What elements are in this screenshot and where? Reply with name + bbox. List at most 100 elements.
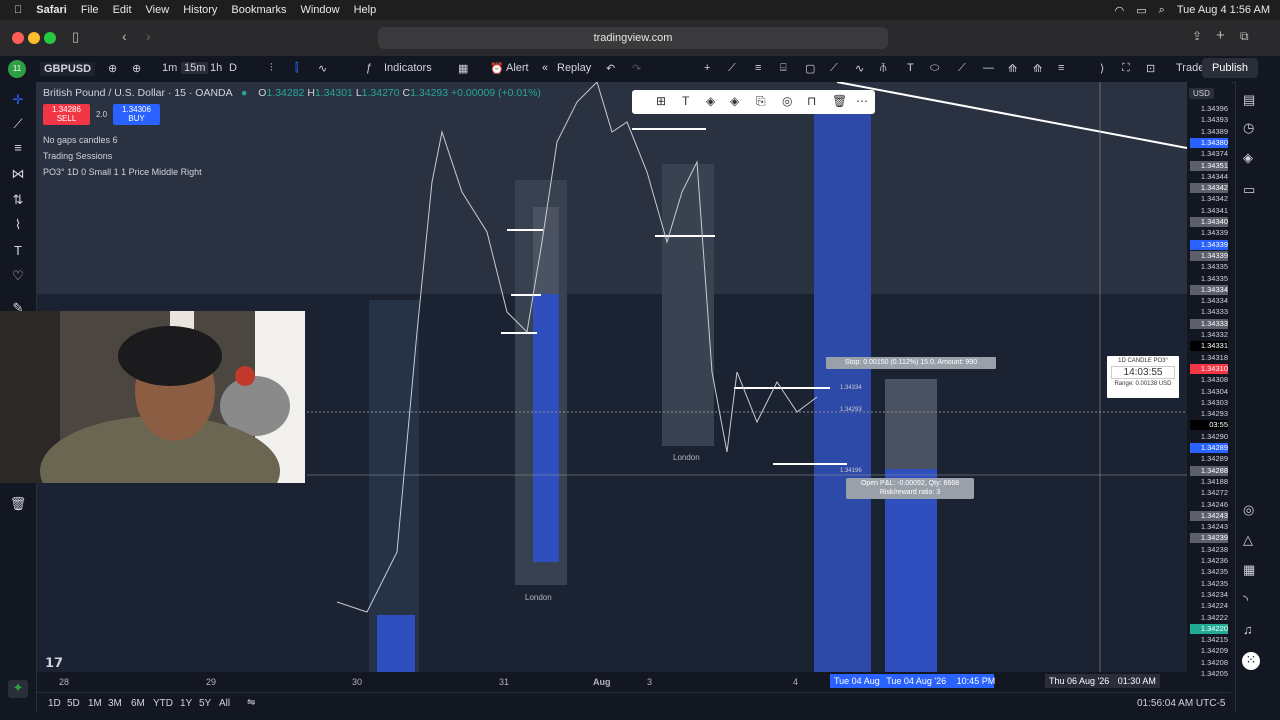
position-pnl-label[interactable]: Open P&L: -0.00092, Qty: 6668 Risk/rewar… (846, 478, 974, 499)
indicator-po3[interactable]: PO3° 1D 0 Small 1 1 Price Middle Right (43, 164, 202, 180)
collapse-icon[interactable]: ⟩ (1100, 62, 1104, 75)
target-icon[interactable]: ◎ (1243, 502, 1254, 518)
replay-icon[interactable]: « (542, 62, 548, 74)
shapes-icon[interactable]: ⬭ (930, 62, 939, 75)
menu-window[interactable]: Window (300, 4, 339, 16)
ideas-icon[interactable]: △ (1243, 532, 1253, 548)
range-1y[interactable]: 1Y (180, 698, 192, 709)
measure-icon[interactable]: ≡ (1058, 62, 1064, 74)
chart-clock[interactable]: 01:56:04 AM UTC-5 (1137, 698, 1225, 709)
template-icon[interactable]: ⎘ (756, 94, 766, 109)
lock-icon[interactable]: ⊓ (807, 94, 816, 108)
alerts-clock-icon[interactable]: ◷ (1243, 120, 1254, 136)
menu-help[interactable]: Help (354, 4, 377, 16)
time-axis[interactable]: 28 29 30 31 Aug 3 4 Tue 04 Aug Tue 04 Au… (37, 672, 1187, 692)
trend-line-icon[interactable]: ⟋ (8, 116, 28, 134)
menu-history[interactable]: History (183, 4, 217, 16)
more-icon[interactable]: ⋯ (856, 94, 868, 108)
share-icon[interactable]: ⇪ (1192, 29, 1202, 43)
horizontal-line-icon[interactable]: — (983, 62, 994, 74)
indicator-no-gaps[interactable]: No gaps candles 6 (43, 132, 202, 148)
brush-tool-icon[interactable]: ⌇ (8, 217, 28, 235)
rectangle-icon[interactable]: ▢ (805, 62, 815, 75)
text-tool-icon[interactable]: T (8, 243, 28, 261)
indicators-icon[interactable]: ƒ (366, 62, 372, 74)
trendline-icon[interactable]: ⟋ (728, 62, 736, 75)
undo-icon[interactable]: ↶ (606, 62, 615, 75)
publish-button[interactable]: Publish (1202, 58, 1258, 78)
alert-button[interactable]: Alert (506, 62, 529, 74)
menu-bookmarks[interactable]: Bookmarks (231, 4, 286, 16)
pitchfork-icon[interactable]: ⫚ (880, 62, 887, 75)
menu-file[interactable]: File (81, 4, 99, 16)
apps-grid-icon[interactable]: ⁙ (1242, 652, 1260, 670)
fullscreen-icon[interactable]: ⛶ (1122, 62, 1130, 75)
range-ytd[interactable]: YTD (153, 698, 173, 709)
bar-type-icon[interactable]: ⫶ (270, 62, 273, 75)
path-icon[interactable]: ∿ (855, 62, 864, 75)
watchlist-icon[interactable]: ▤ (1243, 92, 1255, 108)
currency-selector[interactable]: USD (1189, 88, 1214, 99)
alert-icon[interactable]: ⏰ (490, 62, 504, 75)
replay-button[interactable]: Replay (557, 62, 591, 74)
indicators-button[interactable]: Indicators (384, 62, 432, 74)
range-5d[interactable]: 5D (67, 698, 80, 709)
interval-d[interactable]: D (229, 62, 237, 74)
visibility-icon[interactable]: ◎ (782, 94, 792, 108)
trade-button[interactable]: Trade (1176, 62, 1204, 74)
fib-icon[interactable]: ≡ (755, 62, 761, 74)
crosshair-icon[interactable]: + (704, 62, 710, 74)
clock[interactable]: Tue Aug 4 1:56 AM (1177, 4, 1270, 16)
candles-icon[interactable]: ⫿ (295, 62, 299, 75)
line-color-icon[interactable]: ◈ (730, 94, 739, 108)
text-icon[interactable]: T (907, 62, 914, 74)
range-3m[interactable]: 3M (108, 698, 122, 709)
wifi-icon[interactable]: ◠ (1115, 4, 1125, 17)
range-1m[interactable]: 1M (88, 698, 102, 709)
battery-icon[interactable]: ▭ (1136, 4, 1146, 17)
prediction-tool-icon[interactable]: ⇅ (8, 192, 28, 210)
cursor-icon[interactable]: ✛ (8, 92, 28, 110)
settings-grid-icon[interactable]: ⊞ (656, 94, 666, 108)
screenshot-icon[interactable]: ⊡ (1146, 62, 1155, 75)
indicator-trading-sessions[interactable]: Trading Sessions (43, 148, 202, 164)
price-axis[interactable]: USD 1.34396 1.34393 1.34389 1.34380 1.34374 1… (1187, 82, 1231, 678)
layers-icon[interactable]: ◈ (1243, 150, 1253, 166)
fill-color-icon[interactable]: ◈ (706, 94, 715, 108)
fib-tool-icon[interactable]: ≡ (8, 140, 28, 158)
minimize-window-button[interactable] (28, 32, 40, 44)
new-tab-icon[interactable]: + (1216, 27, 1225, 44)
sell-button[interactable]: 1.34286 SELL (43, 104, 90, 125)
date-range-icon[interactable]: ⇋ (247, 697, 255, 708)
search-icon[interactable]: ⌕ (1159, 4, 1165, 17)
brush-icon[interactable]: ⟋ (830, 62, 838, 75)
trash-icon[interactable]: 🗑 (8, 496, 28, 514)
menu-edit[interactable]: Edit (113, 4, 132, 16)
ruler-icon[interactable]: ⟋ (958, 62, 966, 75)
stream-icon[interactable]: ◝ (1243, 592, 1248, 608)
text-format-icon[interactable]: T (682, 94, 689, 108)
symbol-title[interactable]: British Pound / U.S. Dollar · 15 · OANDA (43, 87, 232, 99)
delete-icon[interactable]: 🗑 (832, 94, 847, 108)
forward-icon[interactable]: › (146, 28, 151, 44)
interval-1h[interactable]: 1h (210, 62, 222, 74)
redo-icon[interactable]: ↷ (632, 62, 641, 75)
tradingview-logo[interactable]: 𝟭𝟳 (45, 655, 63, 671)
forecast-icon[interactable]: ⟰ (1008, 62, 1017, 75)
notifications-icon[interactable]: ♫ (1243, 622, 1253, 637)
pattern-tool-icon[interactable]: ⋈ (8, 166, 28, 184)
symbol-search[interactable]: GBPUSD (40, 62, 96, 76)
compare-icon[interactable]: ⊕ (132, 62, 141, 75)
layouts-icon[interactable]: ▦ (458, 62, 468, 75)
favorites-icon[interactable]: ♡ (8, 268, 28, 286)
object-tree-icon[interactable]: ✦ (8, 680, 28, 698)
line-chart-icon[interactable]: ∿ (318, 62, 327, 75)
interval-15m[interactable]: 15m (181, 62, 209, 74)
sidebar-icon[interactable]: ▯ (72, 29, 79, 45)
user-avatar[interactable]: 11 (8, 60, 26, 78)
add-symbol-icon[interactable]: ⊕ (108, 62, 117, 75)
projection-icon[interactable]: ⟰ (1033, 62, 1042, 75)
range-1d[interactable]: 1D (48, 698, 61, 709)
calendar-icon[interactable]: ▦ (1243, 562, 1255, 578)
address-bar[interactable]: tradingview.com (378, 27, 888, 49)
